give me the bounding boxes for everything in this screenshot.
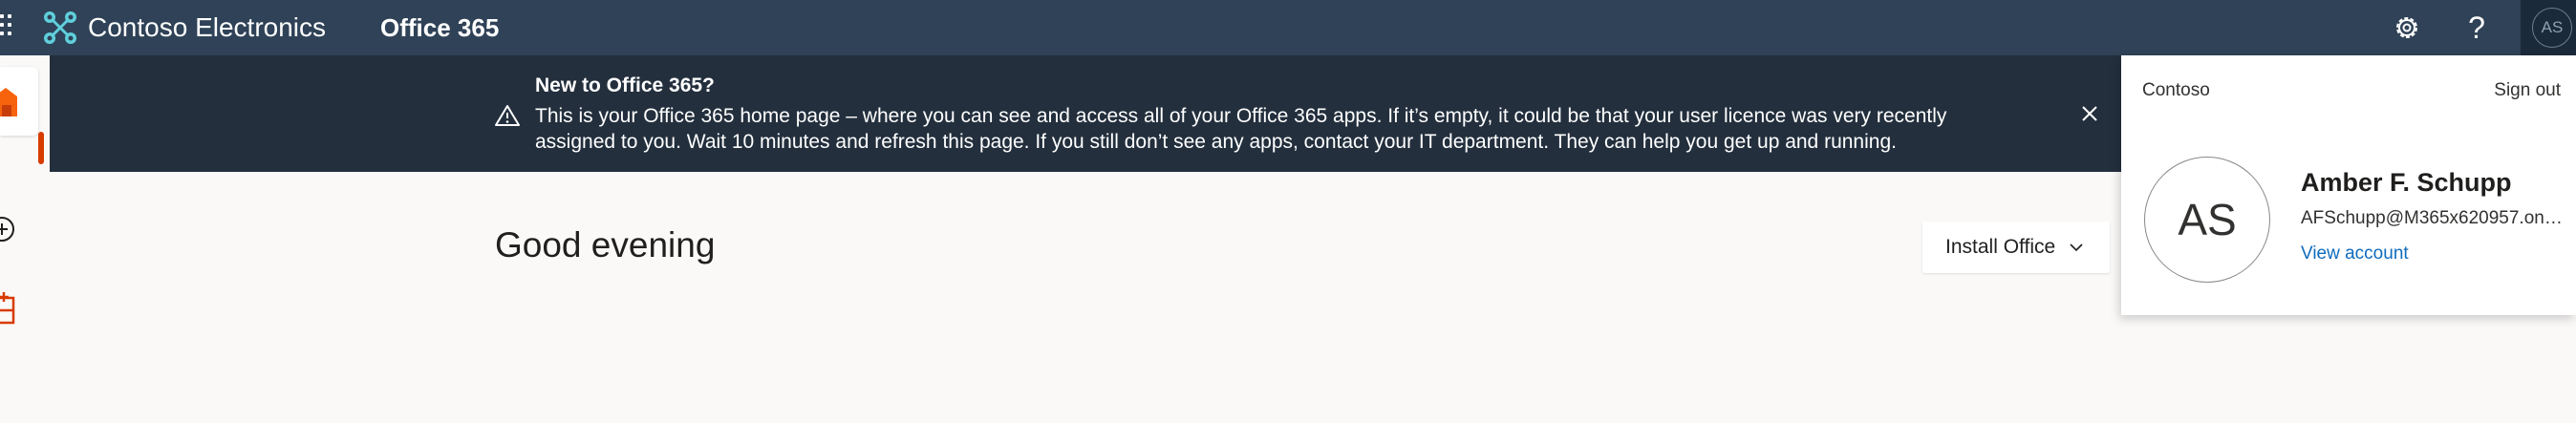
view-account-link[interactable]: View account: [2301, 243, 2409, 264]
avatar: AS: [2532, 8, 2572, 48]
brand-link[interactable]: Contoso Electronics: [42, 0, 326, 55]
banner-message: This is your Office 365 home page – wher…: [535, 105, 1947, 153]
nav-create-button[interactable]: [0, 209, 29, 249]
banner-title: New to Office 365?: [535, 74, 715, 96]
apps-icon: [0, 292, 15, 325]
banner-close-button[interactable]: [2075, 99, 2104, 128]
help-icon: ?: [2468, 10, 2485, 45]
chevron-down-icon: [2070, 243, 2083, 252]
top-header-bar: Contoso Electronics Office 365 ? AS: [0, 0, 2576, 55]
page-greeting: Good evening: [495, 225, 716, 264]
nav-selected-indicator: [38, 132, 44, 164]
account-flyout: Contoso Sign out AS Amber F. Schupp AFSc…: [2121, 55, 2576, 315]
install-office-button[interactable]: Install Office: [1922, 222, 2110, 273]
home-icon: [0, 88, 17, 116]
user-email: AFSchupp@M365x620957.onmicrosoft.com: [2301, 208, 2565, 228]
app-title-link[interactable]: Office 365: [380, 0, 499, 55]
notification-banner: New to Office 365? This is your Office 3…: [50, 55, 2121, 172]
user-display-name: Amber F. Schupp: [2301, 168, 2512, 197]
create-icon: [0, 217, 14, 242]
app-launcher-icon[interactable]: [0, 12, 13, 45]
help-button[interactable]: ?: [2449, 0, 2504, 55]
gear-icon: [2396, 17, 2417, 38]
brand-name: Contoso Electronics: [88, 12, 327, 42]
account-manager-button[interactable]: AS: [2521, 0, 2576, 55]
close-icon: [2082, 106, 2097, 121]
nav-home-button[interactable]: [0, 67, 38, 136]
sign-out-link[interactable]: Sign out: [2494, 80, 2561, 101]
left-nav-rail: [0, 55, 50, 423]
settings-button[interactable]: [2379, 0, 2435, 55]
organization-name: Contoso: [2142, 80, 2210, 100]
contoso-logo-icon: [44, 11, 76, 44]
install-office-label: Install Office: [1945, 236, 2056, 258]
nav-my-content-button[interactable]: [0, 288, 29, 328]
profile-avatar[interactable]: AS: [2144, 157, 2270, 283]
warning-icon: [495, 105, 520, 126]
